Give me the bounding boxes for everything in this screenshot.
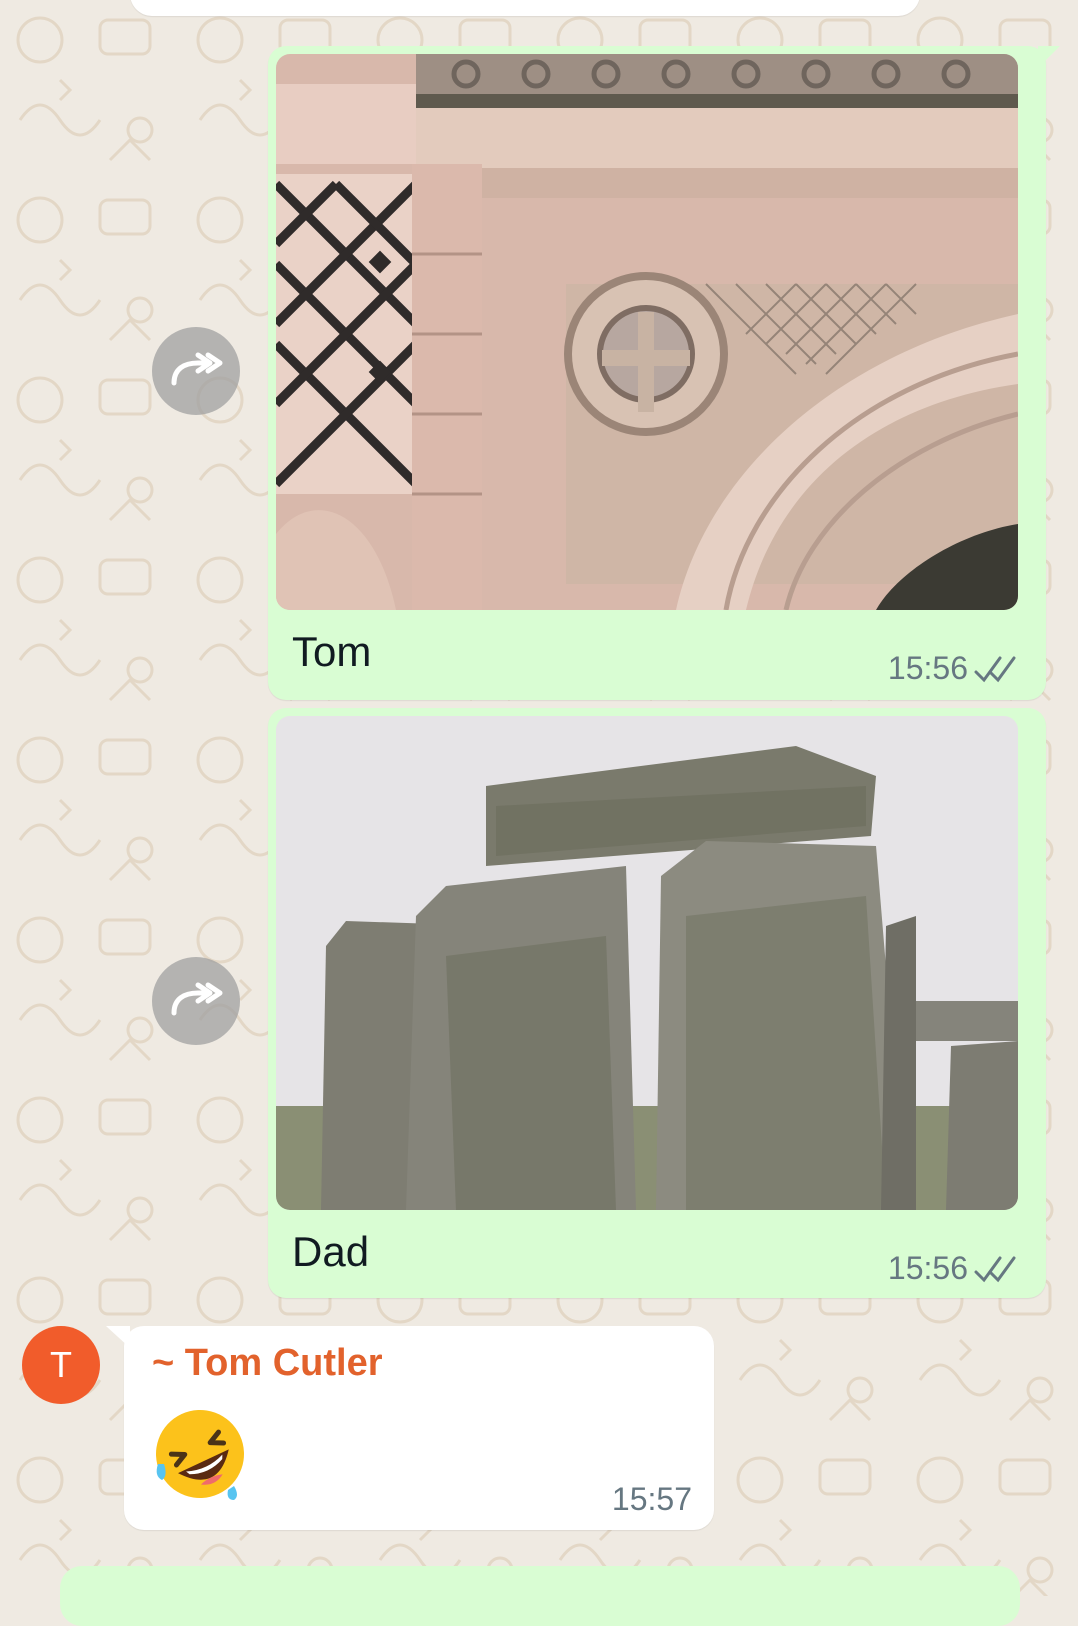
- bubble-tail: [106, 1326, 130, 1348]
- sender-name[interactable]: ~ Tom Cutler: [152, 1342, 383, 1385]
- message-photo[interactable]: [276, 716, 1018, 1210]
- bubble-tail: [1038, 46, 1060, 68]
- architecture-photo: [276, 54, 1018, 610]
- forward-button[interactable]: [152, 327, 240, 415]
- forward-icon: [171, 352, 223, 386]
- outgoing-image-message[interactable]: Tom 15:56: [268, 46, 1060, 700]
- previous-message-bubble[interactable]: [130, 0, 920, 16]
- stonehenge-photo: [276, 716, 1018, 1210]
- avatar[interactable]: T: [22, 1326, 100, 1404]
- next-message-bubble[interactable]: [60, 1566, 1020, 1626]
- message-caption: Dad: [292, 1228, 370, 1275]
- message-meta: 15:56: [888, 650, 1020, 687]
- message-caption: Tom: [292, 628, 372, 675]
- message-meta: 15:56: [888, 1250, 1020, 1287]
- message-time: 15:57: [611, 1481, 692, 1517]
- message-time: 15:56: [887, 1250, 968, 1286]
- forward-icon: [171, 982, 223, 1016]
- incoming-message[interactable]: ~ Tom Cutler 15:57: [106, 1326, 714, 1530]
- outgoing-image-message[interactable]: Dad 15:56: [268, 708, 1046, 1298]
- message-time: 15:56: [887, 650, 968, 686]
- forward-button[interactable]: [152, 957, 240, 1045]
- message-photo[interactable]: [276, 54, 1018, 610]
- double-check-icon: [974, 656, 1016, 682]
- double-check-icon: [974, 1256, 1016, 1282]
- rolling-laughing-emoji: [156, 1410, 244, 1500]
